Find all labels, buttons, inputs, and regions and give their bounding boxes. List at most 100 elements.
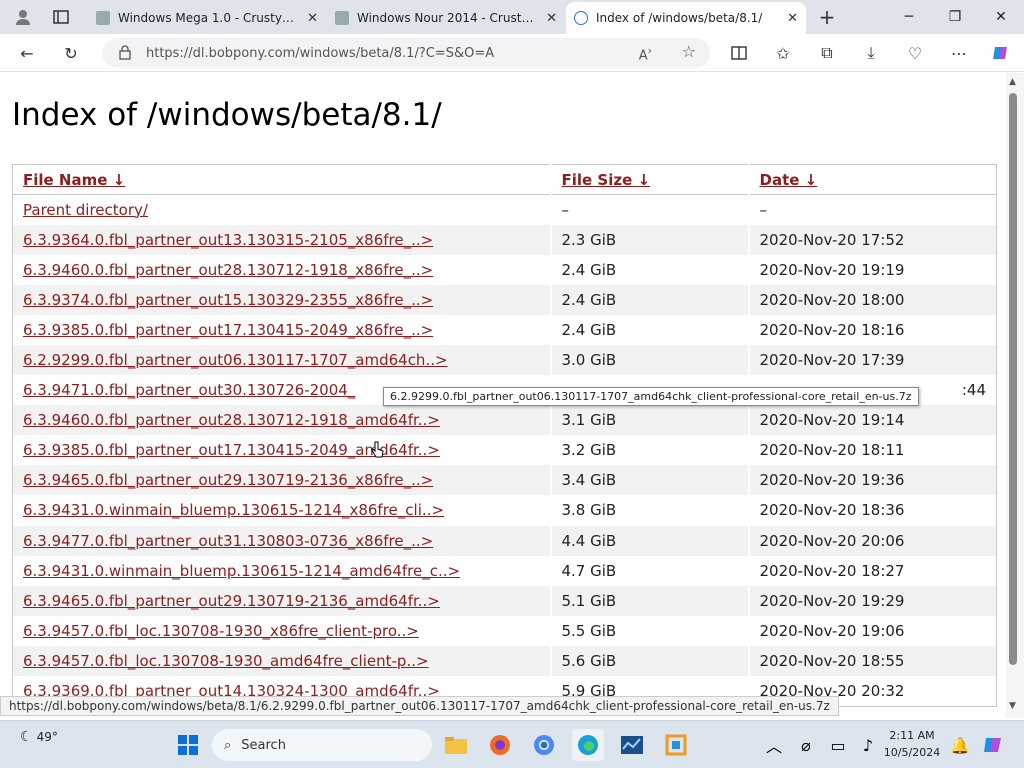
- minimize-button[interactable]: ─: [886, 0, 932, 34]
- close-tab-icon[interactable]: ✕: [546, 11, 557, 26]
- split-screen-icon[interactable]: [724, 38, 754, 68]
- firefox-icon[interactable]: [484, 729, 516, 761]
- notification-bell-icon[interactable]: 🔔: [944, 729, 976, 761]
- scrollbar-thumb[interactable]: [1009, 93, 1017, 665]
- settings-more-icon[interactable]: ⋯: [944, 38, 974, 68]
- file-explorer-icon[interactable]: [440, 729, 472, 761]
- file-link[interactable]: 6.3.9385.0.fbl_partner_out17.130415-2049…: [23, 321, 433, 339]
- file-link[interactable]: 6.3.9460.0.fbl_partner_out28.130712-1918…: [23, 411, 440, 429]
- file-size-cell: 2.4 GiB: [550, 254, 750, 285]
- file-name-cell: 6.3.9460.0.fbl_partner_out28.130712-1918…: [12, 254, 552, 285]
- file-link[interactable]: 6.3.9431.0.winmain_bluemp.130615-1214_x8…: [23, 501, 444, 519]
- date-header: Date ↓: [748, 164, 997, 195]
- vertical-scrollbar[interactable]: ▲ ▼: [1006, 73, 1024, 718]
- search-placeholder: Search: [241, 737, 286, 753]
- file-link[interactable]: 6.3.9457.0.fbl_loc.130708-1930_x86fre_cl…: [23, 622, 419, 640]
- weather-icon: ☾: [20, 729, 33, 745]
- tab-crustywindows-nour[interactable]: Windows Nour 2014 - CrustyWin ✕: [327, 2, 565, 34]
- site-info-icon[interactable]: [118, 44, 132, 64]
- sort-by-name-link[interactable]: File Name ↓: [23, 171, 125, 189]
- table-row: 6.3.9465.0.fbl_partner_out29.130719-2136…: [12, 465, 997, 496]
- extensions-icon[interactable]: ♡: [900, 38, 930, 68]
- copilot-icon[interactable]: [986, 38, 1016, 68]
- collections-icon[interactable]: ⧉: [812, 38, 842, 68]
- table-header-row: File Name ↓ File Size ↓ Date ↓: [12, 164, 997, 195]
- profile-icon[interactable]: [8, 2, 38, 32]
- file-link[interactable]: 6.3.9471.0.fbl_partner_out30.130726-2004…: [23, 381, 355, 399]
- file-link[interactable]: 6.2.9299.0.fbl_partner_out06.130117-1707…: [23, 351, 448, 369]
- sort-by-date-link[interactable]: Date ↓: [760, 171, 818, 189]
- edge-icon[interactable]: [572, 729, 604, 761]
- app-icon-chart[interactable]: [616, 729, 648, 761]
- file-link[interactable]: 6.3.9374.0.fbl_partner_out15.130329-2355…: [23, 291, 433, 309]
- file-link[interactable]: 6.3.9431.0.winmain_bluemp.130615-1214_am…: [23, 562, 460, 580]
- date-cell: –: [759, 200, 768, 219]
- file-size-cell: 2.4 GiB: [550, 314, 750, 345]
- tab-title: Index of /windows/beta/8.1/: [596, 11, 763, 25]
- table-row: 6.3.9460.0.fbl_partner_out28.130712-1918…: [12, 405, 997, 436]
- sort-by-size-link[interactable]: File Size ↓: [562, 171, 651, 189]
- network-icon[interactable]: ⌀: [790, 729, 822, 761]
- weather-widget[interactable]: ☾ 49°: [20, 729, 58, 745]
- tab-index-of-beta[interactable]: Index of /windows/beta/8.1/ ✕: [566, 2, 806, 34]
- table-row: 6.3.9457.0.fbl_loc.130708-1930_amd64fre_…: [12, 645, 997, 676]
- browser-toolbar: ← ↻ https://dl.bobpony.com/windows/beta/…: [0, 34, 1024, 72]
- file-name-cell: 6.3.9374.0.fbl_partner_out15.130329-2355…: [12, 284, 552, 315]
- file-name-cell: 6.3.9457.0.fbl_loc.130708-1930_x86fre_cl…: [12, 615, 552, 646]
- date-cell: 2020-Nov-20 19:06: [759, 621, 905, 640]
- date-cell: 2020-Nov-20 18:55: [748, 645, 997, 676]
- downloads-icon[interactable]: ⤓: [856, 38, 886, 68]
- date-cell: 2020-Nov-20 19:36: [748, 465, 997, 496]
- file-name-cell: Parent directory/: [12, 194, 552, 225]
- file-size-cell: 3.0 GiB: [550, 344, 750, 376]
- tab-title: Windows Mega 1.0 - CrustyWind: [118, 11, 302, 25]
- file-link[interactable]: 6.3.9477.0.fbl_partner_out31.130803-0736…: [23, 532, 433, 550]
- file-link[interactable]: 6.3.9465.0.fbl_partner_out29.130719-2136…: [23, 471, 433, 489]
- favorite-star-icon[interactable]: ☆: [682, 42, 696, 61]
- close-window-button[interactable]: ✕: [978, 0, 1024, 34]
- file-size-cell: 5.6 GiB: [550, 645, 750, 676]
- file-size-cell: 5.5 GiB: [550, 615, 750, 646]
- taskbar-search-box[interactable]: ⌕ Search: [212, 729, 432, 761]
- address-bar[interactable]: https://dl.bobpony.com/windows/beta/8.1/…: [102, 38, 710, 68]
- file-link[interactable]: 6.3.9364.0.fbl_partner_out13.130315-2105…: [23, 231, 433, 249]
- search-icon: ⌕: [224, 737, 232, 753]
- file-link[interactable]: 6.3.9465.0.fbl_partner_out29.130719-2136…: [23, 592, 440, 610]
- file-size-cell: 5.1 GiB: [550, 585, 750, 616]
- file-name-cell: 6.2.9299.0.fbl_partner_out06.130117-1707…: [12, 344, 552, 376]
- back-button[interactable]: ←: [12, 38, 42, 68]
- date-cell: 2020-Nov-20 18:36: [759, 501, 905, 520]
- date-cell: 2020-Nov-20 19:14: [748, 405, 997, 436]
- restore-button[interactable]: ❐: [932, 0, 978, 34]
- start-button[interactable]: [172, 729, 204, 761]
- close-tab-icon[interactable]: ✕: [787, 11, 798, 26]
- chrome-icon[interactable]: [528, 729, 560, 761]
- file-size-cell: 2.3 GiB: [550, 224, 750, 255]
- file-link[interactable]: 6.3.9460.0.fbl_partner_out28.130712-1918…: [23, 261, 433, 279]
- file-name-cell: 6.3.9431.0.winmain_bluemp.130615-1214_am…: [12, 555, 552, 586]
- refresh-button[interactable]: ↻: [56, 38, 86, 68]
- date-cell: 2020-Nov-20 17:39: [748, 344, 997, 376]
- table-row: 6.3.9364.0.fbl_partner_out13.130315-2105…: [12, 224, 997, 255]
- scroll-up-arrow-icon[interactable]: ▲: [1009, 77, 1016, 87]
- taskbar: ☾ 49° ⌕ Search ︿ ⌀ ▭ ♪ 2:11 AM 10/5/2024…: [0, 720, 1024, 768]
- favorites-icon[interactable]: ✩: [768, 38, 798, 68]
- table-row: 6.3.9431.0.winmain_bluemp.130615-1214_am…: [12, 555, 997, 586]
- file-link[interactable]: 6.3.9457.0.fbl_loc.130708-1930_amd64fre_…: [23, 652, 429, 670]
- show-hidden-icons-chevron[interactable]: ︿: [758, 729, 790, 761]
- close-tab-icon[interactable]: ✕: [307, 11, 318, 26]
- scroll-down-arrow-icon[interactable]: ▼: [1009, 701, 1016, 711]
- crustywindows-favicon: [96, 11, 110, 25]
- read-aloud-icon[interactable]: A›: [639, 44, 652, 63]
- file-size-cell: 3.2 GiB: [550, 435, 750, 466]
- clock-date: 10/5/2024: [883, 746, 941, 759]
- copilot-taskbar-icon[interactable]: [978, 729, 1010, 761]
- tab-actions-icon[interactable]: [46, 2, 76, 32]
- taskbar-clock[interactable]: 2:11 AM 10/5/2024: [880, 727, 944, 761]
- tab-crustywindows-mega[interactable]: Windows Mega 1.0 - CrustyWind ✕: [88, 2, 326, 34]
- parent-directory-link[interactable]: Parent directory/: [23, 201, 148, 219]
- new-tab-button[interactable]: +: [812, 2, 842, 32]
- app-icon-orange[interactable]: [660, 729, 692, 761]
- table-row: 6.3.9457.0.fbl_loc.130708-1930_x86fre_cl…: [12, 615, 997, 646]
- display-icon[interactable]: ▭: [822, 729, 854, 761]
